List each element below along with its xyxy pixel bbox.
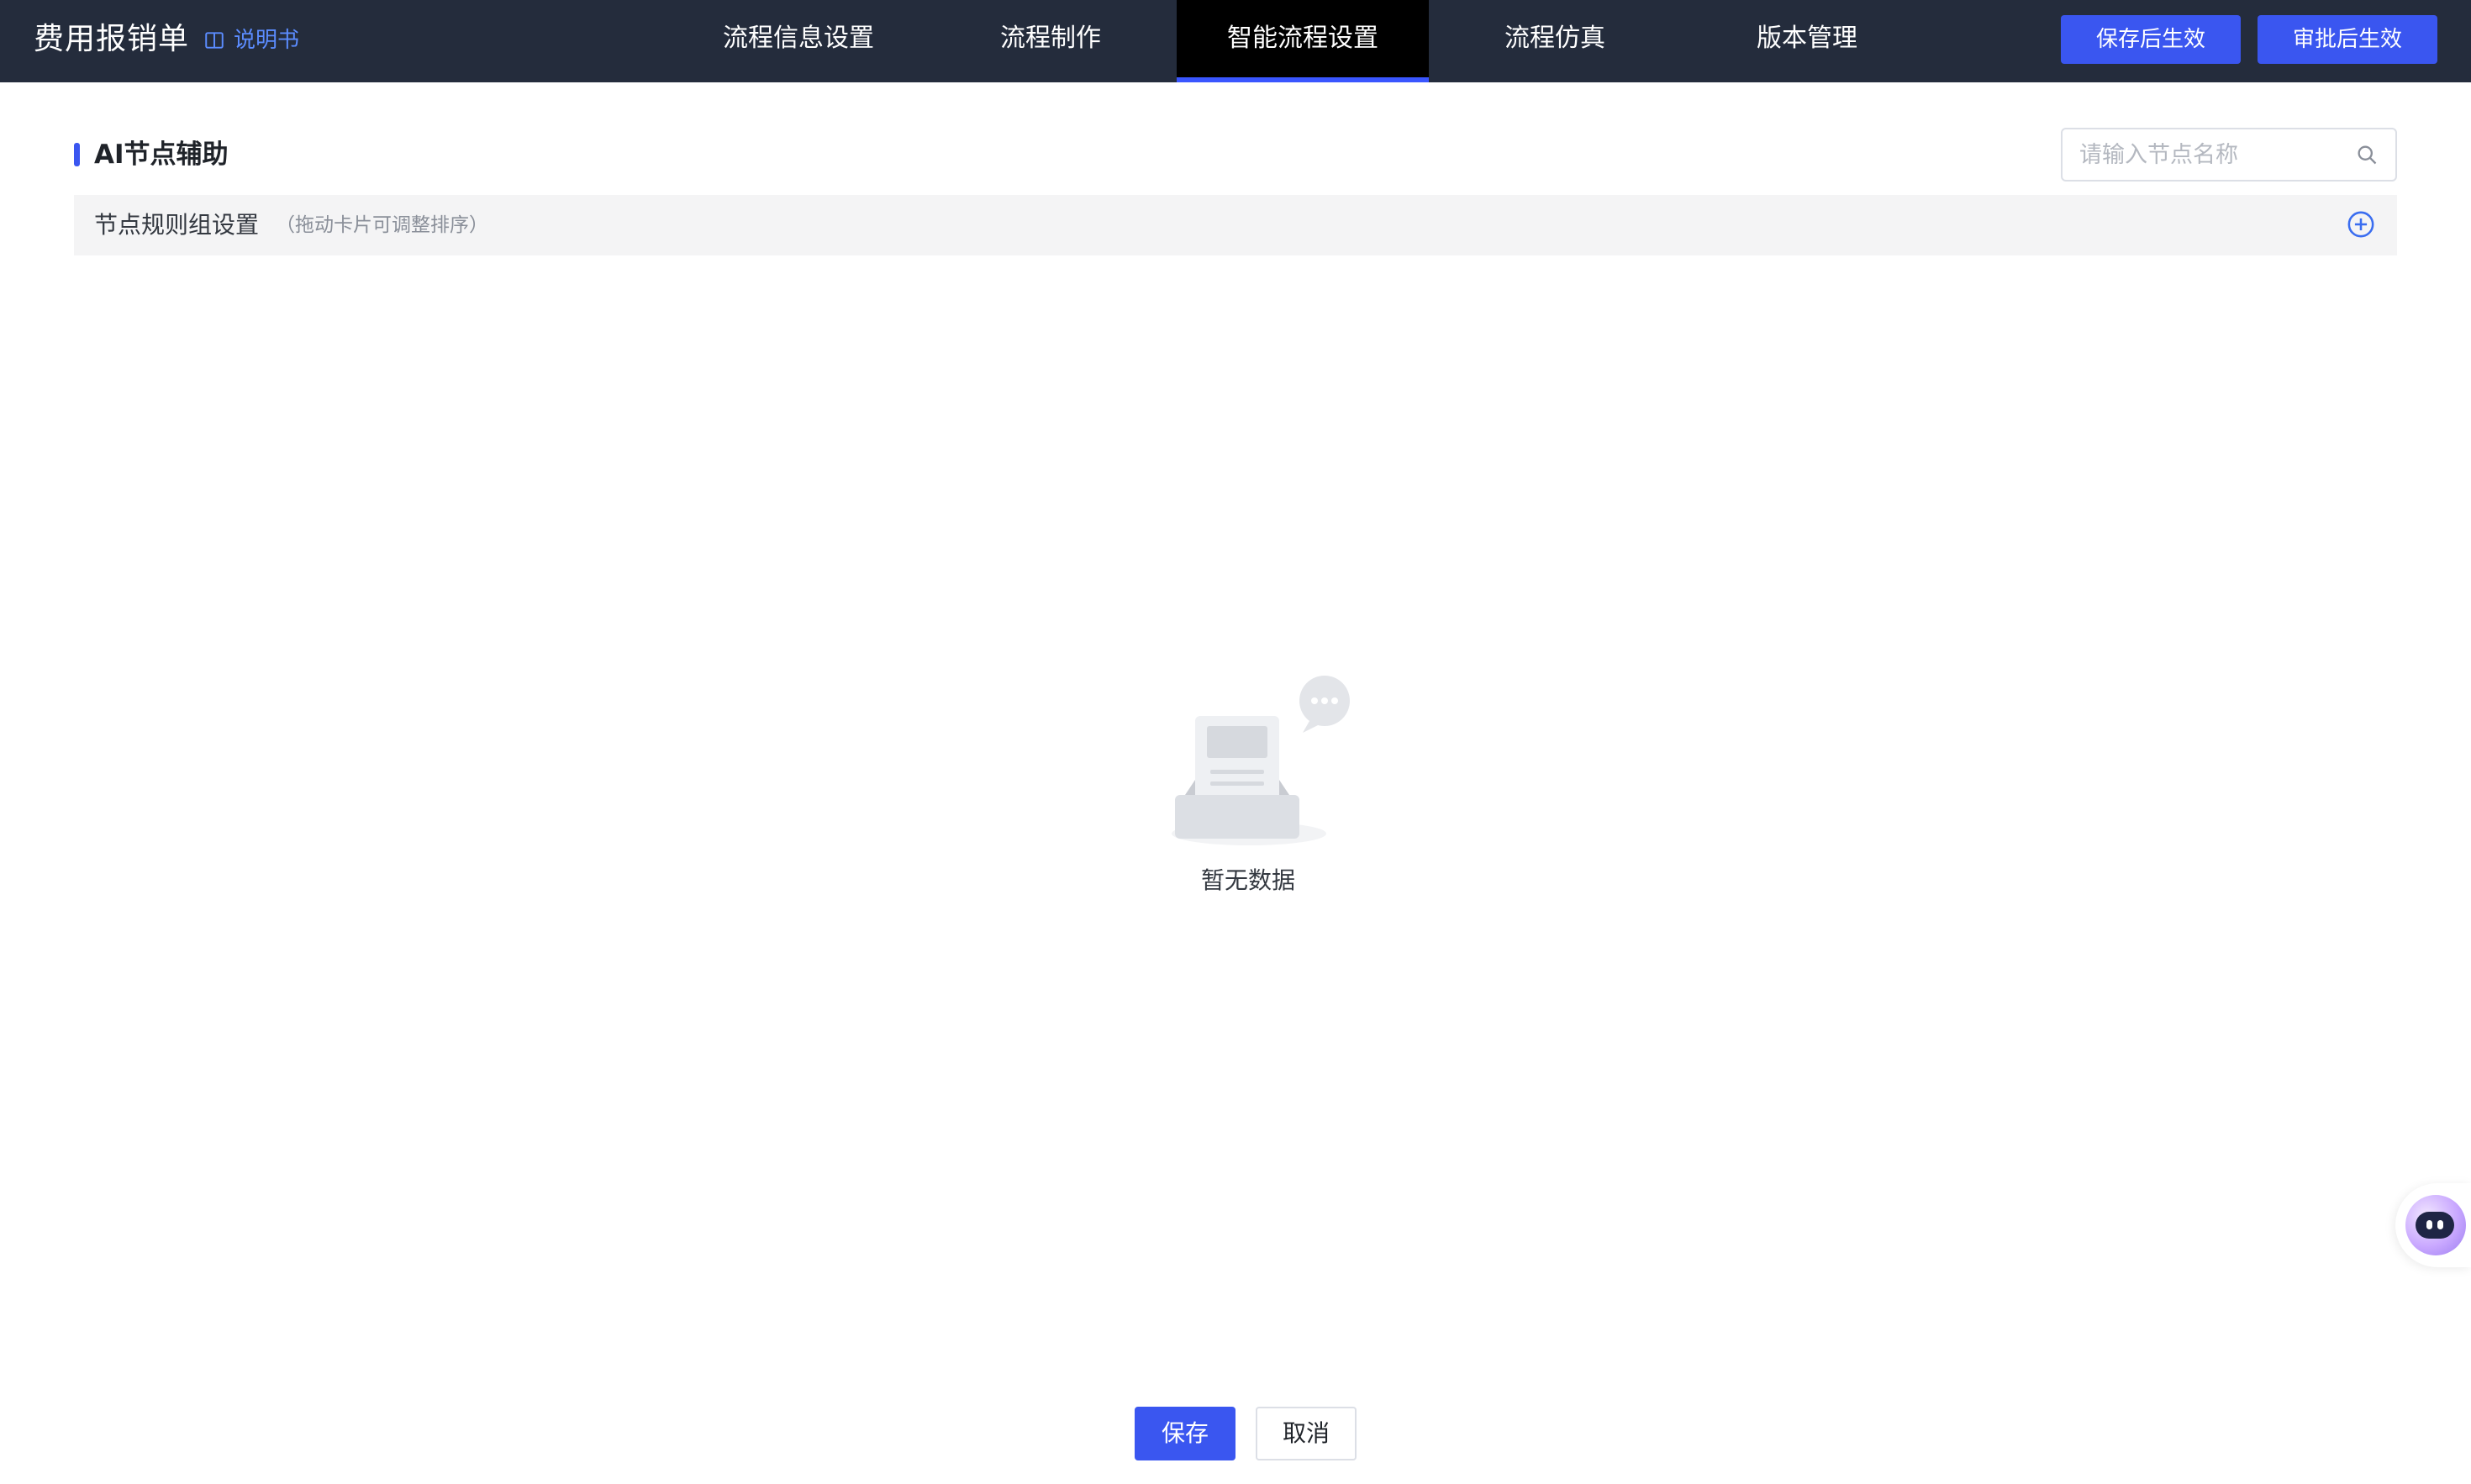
section-accent-bar	[74, 143, 80, 166]
tab-version-management[interactable]: 版本管理	[1698, 0, 1916, 82]
empty-inbox-icon	[1172, 676, 1350, 845]
save-effective-button[interactable]: 保存后生效	[2061, 15, 2241, 64]
rule-group-hint: （拖动卡片可调整排序）	[276, 214, 488, 236]
tab-smart-process[interactable]: 智能流程设置	[1177, 0, 1429, 82]
save-button[interactable]: 保存	[1135, 1407, 1236, 1460]
search-icon[interactable]	[2355, 143, 2379, 166]
tab-process-design[interactable]: 流程制作	[941, 0, 1160, 82]
robot-icon	[2405, 1195, 2466, 1255]
tab-process-info[interactable]: 流程信息设置	[689, 0, 908, 82]
plus-circle-icon[interactable]	[2347, 210, 2375, 239]
rule-group-header: 节点规则组设置 （拖动卡片可调整排序）	[74, 195, 2397, 255]
cancel-button[interactable]: 取消	[1256, 1407, 1357, 1460]
manual-link[interactable]: 说明书	[203, 24, 299, 57]
app-title: 费用报销单	[34, 22, 190, 56]
empty-state-text: 暂无数据	[1200, 866, 1295, 894]
manual-link-label: 说明书	[234, 28, 300, 53]
node-search-input[interactable]	[2079, 129, 2348, 180]
node-search-box[interactable]	[2061, 128, 2397, 182]
book-icon	[205, 32, 224, 49]
tab-process-simulation[interactable]: 流程仿真	[1446, 0, 1664, 82]
approve-effective-button[interactable]: 审批后生效	[2258, 15, 2437, 64]
rule-group-title: 节点规则组设置	[94, 211, 260, 239]
top-nav-bar: 费用报销单 说明书 流程信息设置 流程制作 智能流程设置 流程仿真 版本管理 保…	[0, 0, 2471, 82]
section-title: AI节点辅助	[94, 139, 229, 170]
ai-assistant-float-button[interactable]	[2395, 1183, 2471, 1267]
